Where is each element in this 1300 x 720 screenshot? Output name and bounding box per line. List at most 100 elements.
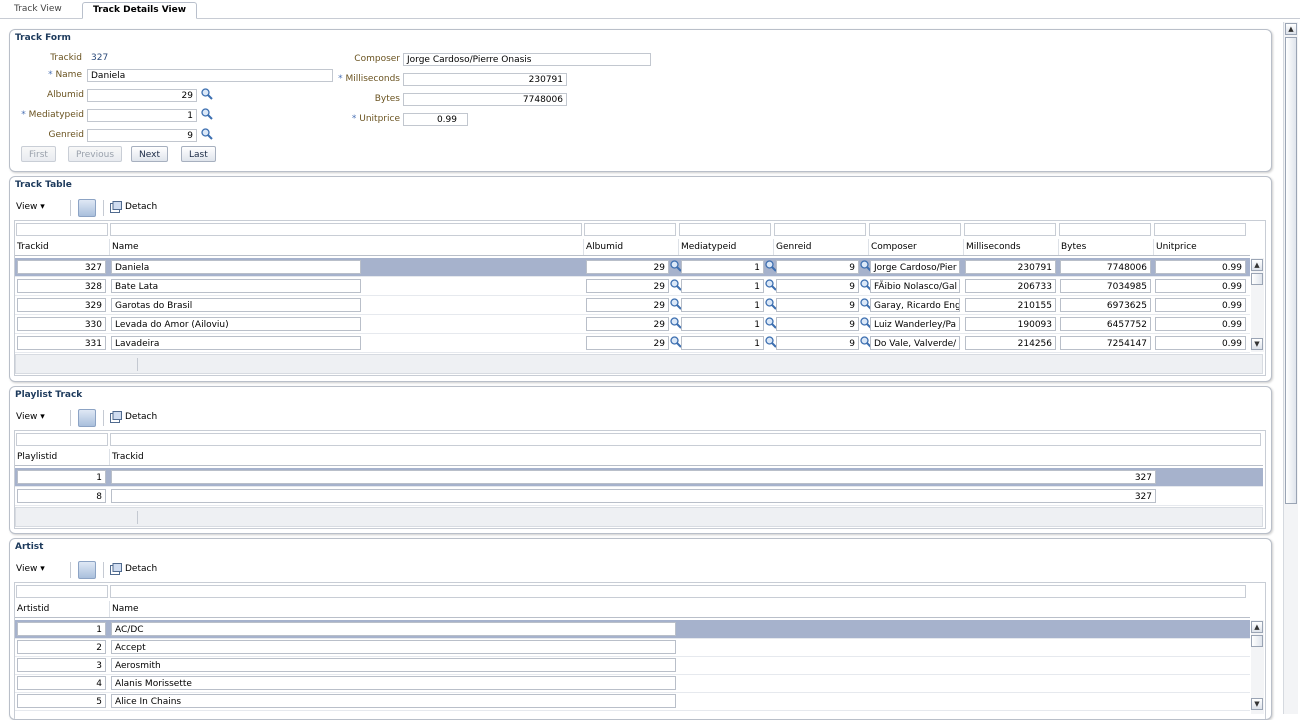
filter-unitprice[interactable] [1154, 223, 1246, 236]
detach-icon[interactable] [110, 411, 122, 423]
page-scrollbar[interactable]: ▲ [1283, 22, 1298, 714]
query-by-example-icon[interactable] [78, 561, 96, 579]
cell-bytes[interactable]: 7748006 [1060, 260, 1151, 274]
filter-trackid[interactable] [16, 223, 108, 236]
artist-scrollbar[interactable]: ▲ ▼ [1251, 620, 1264, 714]
view-menu[interactable]: View ▾ [16, 412, 45, 422]
filter-artistid[interactable] [16, 585, 108, 598]
table-row[interactable]: 330 Levada do Amor (Ailoviu) 29 1 9 Luiz Wand… [15, 315, 1250, 334]
cell-name[interactable]: Daniela [111, 260, 361, 274]
previous-button[interactable]: Previous [68, 146, 123, 162]
col-milliseconds[interactable]: Milliseconds [963, 239, 1058, 255]
cell-name[interactable]: Bate Lata [111, 279, 361, 293]
cell-genreid[interactable]: 9 [776, 298, 859, 312]
cell-artistid[interactable]: 2 [17, 640, 106, 654]
col-playlistid[interactable]: Playlistid [15, 449, 109, 465]
cell-unitprice[interactable]: 0.99 [1155, 317, 1246, 331]
table-row[interactable]: 5 Alice In Chains [15, 692, 1250, 711]
cell-composer[interactable]: FÃibio Nolasco/Gal [870, 279, 960, 293]
albumid-input[interactable]: 29 [87, 89, 197, 102]
tab-track-details-view[interactable]: Track Details View [82, 2, 198, 19]
table-row[interactable]: 329 Garotas do Brasil 29 1 9 Garay, Ricardo E… [15, 296, 1250, 315]
genreid-input[interactable]: 9 [87, 129, 197, 142]
col-trackid[interactable]: Trackid [15, 239, 109, 255]
cell-trackid[interactable]: 331 [17, 336, 106, 350]
query-by-example-icon[interactable] [78, 199, 96, 217]
cell-mediatypeid[interactable]: 1 [681, 336, 764, 350]
last-button[interactable]: Last [181, 146, 216, 162]
scroll-up-icon[interactable]: ▲ [1251, 621, 1263, 633]
bytes-input[interactable]: 7748006 [403, 93, 567, 106]
cell-trackid[interactable]: 330 [17, 317, 106, 331]
cell-name[interactable]: Aerosmith [111, 658, 676, 672]
cell-artistid[interactable]: 3 [17, 658, 106, 672]
cell-mediatypeid[interactable]: 1 [681, 317, 764, 331]
table-row[interactable]: 3 Aerosmith [15, 656, 1250, 675]
milliseconds-input[interactable]: 230791 [403, 73, 567, 86]
detach-icon[interactable] [110, 563, 122, 575]
cell-milliseconds[interactable]: 210155 [965, 298, 1056, 312]
cell-albumid[interactable]: 29 [586, 260, 669, 274]
filter-name[interactable] [110, 585, 1246, 598]
cell-albumid[interactable]: 29 [586, 336, 669, 350]
mediatypeid-search-icon[interactable] [201, 108, 213, 120]
col-genreid[interactable]: Genreid [773, 239, 868, 255]
cell-mediatypeid[interactable]: 1 [681, 279, 764, 293]
cell-trackid[interactable]: 329 [17, 298, 106, 312]
cell-mediatypeid[interactable]: 1 [681, 298, 764, 312]
cell-name[interactable]: Alanis Morissette [111, 676, 676, 690]
page-scroll-thumb[interactable] [1285, 37, 1297, 504]
scroll-up-icon[interactable]: ▲ [1251, 259, 1263, 271]
col-artistid[interactable]: Artistid [15, 601, 109, 617]
query-by-example-icon[interactable] [78, 409, 96, 427]
cell-name[interactable]: Accept [111, 640, 676, 654]
cell-mediatypeid[interactable]: 1 [681, 260, 764, 274]
cell-milliseconds[interactable]: 206733 [965, 279, 1056, 293]
detach-button[interactable]: Detach [125, 202, 157, 212]
cell-composer[interactable]: Do Vale, Valverde/ [870, 336, 960, 350]
table-row[interactable]: 1 AC/DC [15, 620, 1250, 639]
detach-icon[interactable] [110, 201, 122, 213]
cell-genreid[interactable]: 9 [776, 336, 859, 350]
cell-albumid[interactable]: 29 [586, 298, 669, 312]
col-mediatypeid[interactable]: Mediatypeid [678, 239, 773, 255]
cell-playlistid[interactable]: 1 [17, 470, 106, 484]
detach-button[interactable]: Detach [125, 564, 157, 574]
filter-playlistid[interactable] [16, 433, 108, 446]
filter-albumid[interactable] [584, 223, 676, 236]
cell-milliseconds[interactable]: 230791 [965, 260, 1056, 274]
detach-button[interactable]: Detach [125, 412, 157, 422]
scroll-down-icon[interactable]: ▼ [1251, 698, 1263, 710]
table-row[interactable]: 2 Accept [15, 638, 1250, 657]
cell-trackid[interactable]: 327 [17, 260, 106, 274]
cell-composer[interactable]: Jorge Cardoso/Pier [870, 260, 960, 274]
scroll-down-icon[interactable]: ▼ [1251, 338, 1263, 350]
cell-artistid[interactable]: 1 [17, 622, 106, 636]
cell-name[interactable]: Garotas do Brasil [111, 298, 361, 312]
track-table-scrollbar[interactable]: ▲ ▼ [1251, 258, 1264, 352]
filter-genreid[interactable] [774, 223, 866, 236]
cell-trackid[interactable]: 327 [111, 489, 1156, 503]
filter-trackid[interactable] [110, 433, 1261, 446]
table-row[interactable]: 327 Daniela 29 1 9 Jorge Cardoso/Pier 230791 77… [15, 258, 1250, 277]
scroll-thumb[interactable] [1251, 273, 1263, 285]
col-bytes[interactable]: Bytes [1058, 239, 1153, 255]
table-row[interactable]: 328 Bate Lata 29 1 9 FÃibio Nolasco/Gal 206733… [15, 277, 1250, 296]
cell-name[interactable]: AC/DC [111, 622, 676, 636]
cell-unitprice[interactable]: 0.99 [1155, 260, 1246, 274]
table-row[interactable]: 4 Alanis Morissette [15, 674, 1250, 693]
cell-composer[interactable]: Garay, Ricardo Eng [870, 298, 960, 312]
cell-unitprice[interactable]: 0.99 [1155, 279, 1246, 293]
cell-genreid[interactable]: 9 [776, 260, 859, 274]
scroll-thumb[interactable] [1251, 635, 1263, 647]
view-menu[interactable]: View ▾ [16, 564, 45, 574]
albumid-search-icon[interactable] [201, 88, 213, 100]
col-unitprice[interactable]: Unitprice [1153, 239, 1250, 255]
table-row[interactable]: 8 327 [15, 487, 1263, 506]
cell-name[interactable]: Levada do Amor (Ailoviu) [111, 317, 361, 331]
col-name[interactable]: Name [109, 601, 1250, 617]
cell-bytes[interactable]: 6457752 [1060, 317, 1151, 331]
cell-genreid[interactable]: 9 [776, 317, 859, 331]
mediatypeid-input[interactable]: 1 [87, 109, 197, 122]
cell-bytes[interactable]: 7254147 [1060, 336, 1151, 350]
